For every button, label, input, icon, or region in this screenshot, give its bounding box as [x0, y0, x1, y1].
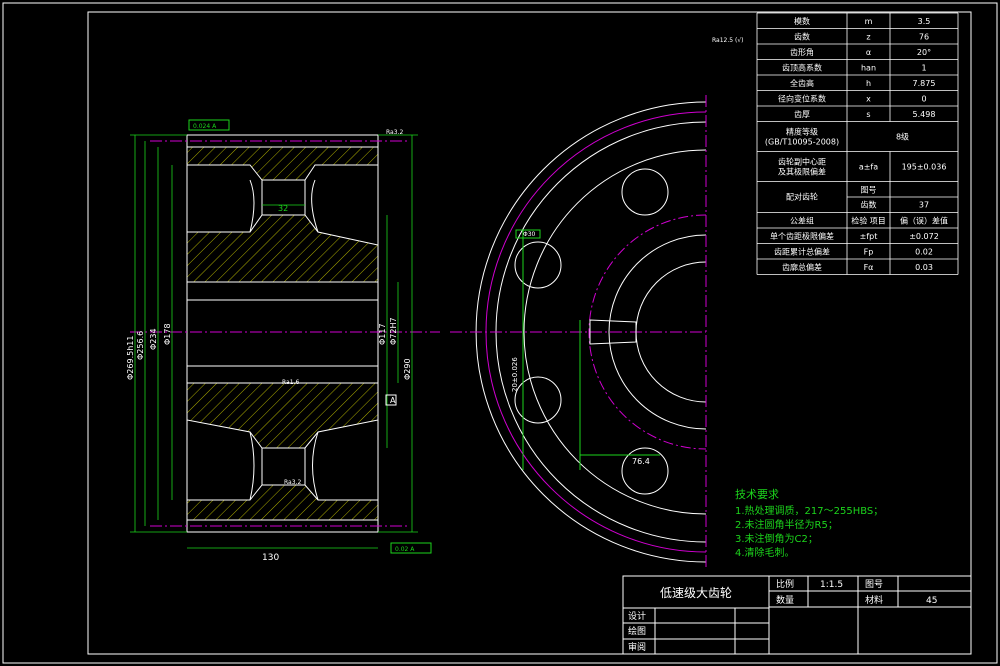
tolgroup-label: 公差组	[790, 216, 814, 226]
tolerance-symbol: ±fpt	[860, 232, 878, 241]
inner-frame	[87, 11, 972, 655]
param-name: 径向变位系数	[778, 94, 826, 104]
param-name: 模数	[794, 16, 810, 26]
designer-label: 设计	[628, 610, 646, 622]
dim-hub: 32	[278, 204, 288, 213]
param-value: 20°	[917, 48, 931, 57]
param-symbol: m	[865, 17, 873, 26]
dim-width: 130	[262, 553, 279, 563]
param-value: 1	[921, 64, 926, 73]
param-value: 7.875	[913, 79, 936, 88]
dim-key: 76.4	[632, 457, 650, 466]
tolgroup-value: 偏（误）差值	[900, 216, 948, 226]
mating-drawno-label: 图号	[861, 186, 877, 195]
param-name: 全齿高	[790, 78, 814, 88]
parameter-table: 模数 m 3.5 齿数 z 76 齿形角 α 20° 齿顶高系数 han 1 全齿高 h 7.875 径向变位…	[756, 12, 959, 275]
param-value: 0	[921, 95, 926, 104]
dim-bolt: Φ30	[523, 231, 536, 238]
tolerance-symbol: Fp	[864, 248, 874, 257]
tolgroup-symbol: 检验 项目	[851, 216, 886, 226]
rough-mid: Ra1.6	[282, 379, 299, 386]
tech-item-3: 3.未注倒角为C2；	[735, 532, 818, 545]
param-name: 齿厚	[794, 110, 810, 119]
part-name: 低速级大齿轮	[660, 586, 732, 600]
center-label: 齿轮副中心距	[778, 157, 826, 167]
tol-top: 0.024 A	[193, 123, 217, 130]
qty-label: 数量	[776, 594, 794, 606]
param-value: 5.498	[913, 110, 936, 119]
center-value: 195±0.036	[902, 163, 947, 172]
drawno-label: 图号	[865, 579, 883, 590]
param-symbol: z	[866, 33, 870, 42]
precision-value: 8级	[896, 132, 909, 142]
material-label: 材料	[865, 594, 883, 606]
rough-base: Ra3.2	[284, 479, 301, 486]
param-name: 齿顶高系数	[782, 63, 822, 73]
tolerance-name: 单个齿距极限偏差	[770, 231, 834, 241]
param-symbol: α	[866, 48, 871, 57]
param-symbol: han	[861, 64, 876, 73]
param-value: 3.5	[918, 17, 931, 26]
mating-teeth-label: 齿数	[861, 200, 877, 210]
drafter-label: 绘图	[628, 625, 646, 637]
rough-corner: Ra12.5 (√)	[712, 37, 744, 44]
front-view	[450, 95, 707, 570]
tech-item-2: 2.未注圆角半径为R5；	[735, 518, 838, 531]
dim-d6: Φ72H7	[389, 317, 398, 345]
param-symbol: s	[866, 110, 870, 119]
tech-item-1: 1.热处理调质，217～255HBS；	[735, 504, 883, 517]
reviewer-label: 审阅	[628, 641, 646, 653]
precision-std: (GB/T10095-2008)	[765, 138, 839, 147]
tolerance-name: 齿廓总偏差	[782, 262, 822, 272]
material-value: 45	[926, 596, 937, 606]
tol-bot: 0.02 A	[395, 546, 415, 553]
dim-d4: Φ178	[163, 323, 172, 345]
dim-d5: Φ117	[378, 323, 387, 345]
dim-d2: Φ256.6	[136, 331, 145, 360]
tolerance-name: 齿距累计总偏差	[774, 247, 830, 257]
scale-label: 比例	[776, 578, 794, 590]
param-name: 齿形角	[790, 47, 814, 57]
dim-d7: Φ290	[403, 358, 412, 380]
center-label-2: 及其极限偏差	[778, 167, 826, 177]
tech-title: 技术要求	[735, 488, 779, 501]
dim-keyw: 20±0.026	[511, 357, 519, 392]
dim-d3: Φ234	[149, 328, 158, 350]
tolerance-value: ±0.072	[909, 232, 939, 241]
precision-label: 精度等级	[786, 127, 818, 137]
param-symbol: x	[866, 95, 871, 104]
tolerance-symbol: Fα	[864, 263, 874, 272]
param-symbol: h	[866, 79, 871, 88]
tech-requirements: 技术要求 1.热处理调质，217～255HBS； 2.未注圆角半径为R5； 3.…	[735, 488, 883, 559]
mating-teeth-value: 37	[919, 201, 929, 210]
tolerance-value: 0.03	[915, 263, 933, 272]
center-symbol: a±fa	[859, 163, 878, 172]
tolerance-value: 0.02	[915, 248, 933, 257]
dim-d1: Φ269.5h11	[126, 336, 135, 380]
gear-drawing: 32 130 A 0.024 A 0.02 A Ra3.2 Ra1.6 Ra3.…	[2, 2, 998, 664]
datum-a: A	[390, 396, 396, 405]
param-name: 齿数	[794, 32, 810, 42]
rough-top: Ra3.2	[386, 129, 403, 136]
scale-value: 1:1.5	[820, 580, 843, 590]
mating-label: 配对齿轮	[786, 192, 818, 202]
drawing-canvas: 32 130 A 0.024 A 0.02 A Ra3.2 Ra1.6 Ra3.…	[0, 0, 1000, 666]
param-value: 76	[919, 33, 929, 42]
tech-item-4: 4.清除毛刺。	[735, 546, 795, 559]
